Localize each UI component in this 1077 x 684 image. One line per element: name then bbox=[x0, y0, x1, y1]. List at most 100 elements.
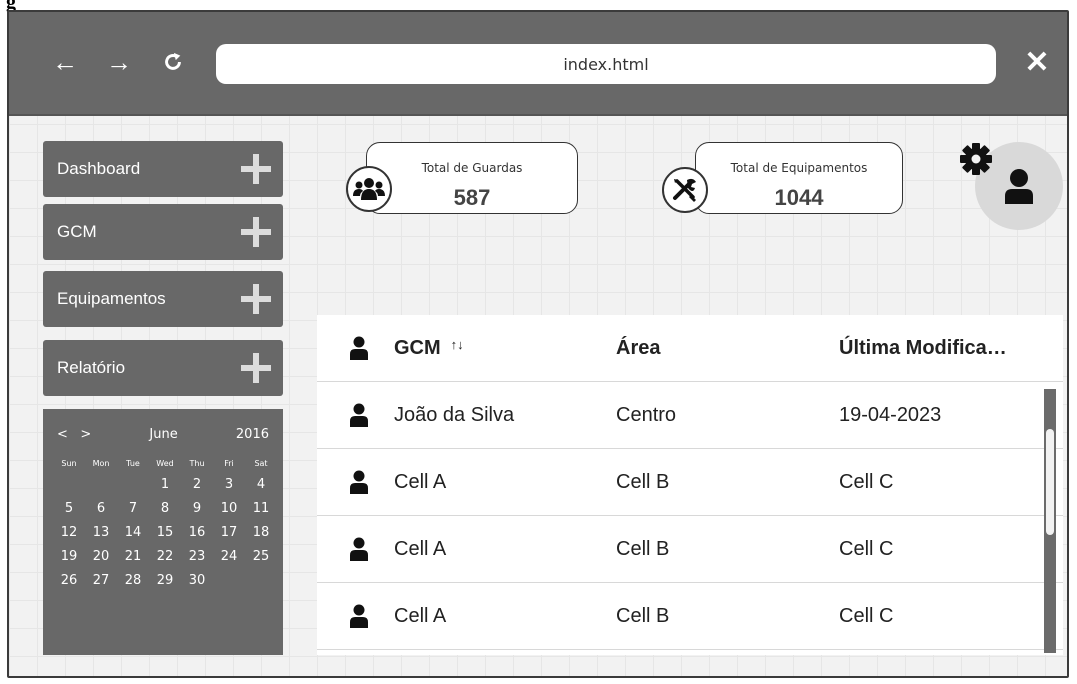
column-header-area[interactable]: Área bbox=[616, 337, 660, 360]
table-header-row: GCM ↑↓ Área Última Modifica… bbox=[317, 315, 1063, 382]
calendar-day[interactable]: 22 bbox=[149, 545, 181, 569]
browser-window: ← → index.html ✕ Dashboard GCM Equipamen… bbox=[7, 10, 1069, 678]
calendar-day[interactable]: 13 bbox=[85, 521, 117, 545]
calendar-day[interactable]: 26 bbox=[53, 569, 85, 593]
stat-label: Total de Guardas bbox=[421, 161, 523, 175]
calendar-day[interactable]: 7 bbox=[117, 497, 149, 521]
calendar-day[interactable]: 8 bbox=[149, 497, 181, 521]
table-row[interactable]: Cell A Cell B Cell C bbox=[317, 516, 1063, 583]
calendar-weekday: Sun bbox=[61, 459, 77, 468]
calendar-day[interactable]: 2 bbox=[181, 473, 213, 497]
calendar-weekday: Fri bbox=[224, 459, 234, 468]
cell-area: Cell B bbox=[616, 605, 670, 627]
calendar-day[interactable]: 17 bbox=[213, 521, 245, 545]
browser-titlebar: ← → index.html ✕ bbox=[9, 12, 1067, 116]
cell-gcm: Cell A bbox=[394, 538, 447, 560]
plus-icon bbox=[241, 217, 271, 247]
sidebar-item-gcm[interactable]: GCM bbox=[43, 204, 283, 260]
sidebar-item-relatorio[interactable]: Relatório bbox=[43, 340, 283, 396]
address-bar[interactable]: index.html bbox=[216, 44, 996, 84]
calendar-year: 2016 bbox=[235, 427, 269, 442]
calendar-day[interactable]: 28 bbox=[117, 569, 149, 593]
scrollbar-thumb[interactable] bbox=[1046, 429, 1054, 535]
calendar-day[interactable]: 3 bbox=[213, 473, 245, 497]
table-row[interactable]: João da Silva Centro 19-04-2023 bbox=[317, 382, 1063, 449]
calendar-weekday: Mon bbox=[92, 459, 110, 468]
calendar-day[interactable]: 11 bbox=[245, 497, 277, 521]
calendar-day[interactable]: 18 bbox=[245, 521, 277, 545]
table-row[interactable]: Cell A Cell B Cell C bbox=[317, 583, 1063, 650]
cell-modified: Cell C bbox=[839, 471, 894, 493]
cell-area: Cell B bbox=[616, 538, 670, 560]
user-icon bbox=[350, 537, 368, 561]
calendar-day[interactable]: 9 bbox=[181, 497, 213, 521]
calendar-day[interactable]: 27 bbox=[85, 569, 117, 593]
sidebar-item-equipamentos[interactable]: Equipamentos bbox=[43, 271, 283, 327]
back-button[interactable]: ← bbox=[50, 45, 80, 79]
calendar-next-button[interactable]: > bbox=[80, 427, 91, 442]
reload-button[interactable] bbox=[158, 45, 188, 79]
stat-value: 1044 bbox=[774, 185, 824, 210]
calendar-day[interactable]: 10 bbox=[213, 497, 245, 521]
calendar-day[interactable]: 15 bbox=[149, 521, 181, 545]
calendar-prev-button[interactable]: < bbox=[57, 427, 68, 442]
column-header-modified[interactable]: Última Modifica… bbox=[839, 337, 1007, 360]
user-icon bbox=[1005, 169, 1033, 204]
cell-modified: Cell C bbox=[839, 605, 894, 627]
plus-icon bbox=[241, 154, 271, 184]
calendar-weekday: Wed bbox=[156, 459, 174, 468]
cell-gcm: Cell A bbox=[394, 471, 447, 493]
calendar-empty-cell bbox=[85, 473, 117, 497]
plus-icon bbox=[241, 284, 271, 314]
sidebar-item-label: GCM bbox=[57, 222, 97, 241]
table-row[interactable]: Cell A Cell B Cell C bbox=[317, 449, 1063, 516]
calendar-day[interactable]: 24 bbox=[213, 545, 245, 569]
calendar-weekday: Thu bbox=[189, 459, 205, 468]
close-button[interactable]: ✕ bbox=[1022, 46, 1052, 80]
calendar-header: < > June 2016 bbox=[57, 427, 269, 443]
stat-label: Total de Equipamentos bbox=[730, 161, 868, 175]
calendar-day[interactable]: 14 bbox=[117, 521, 149, 545]
reload-icon bbox=[165, 52, 181, 70]
sidebar-item-label: Relatório bbox=[57, 358, 126, 377]
calendar-month: June bbox=[149, 427, 178, 442]
calendar-day[interactable]: 20 bbox=[85, 545, 117, 569]
user-icon bbox=[350, 336, 368, 360]
calendar-day[interactable]: 4 bbox=[245, 473, 277, 497]
gcm-table: GCM ↑↓ Área Última Modifica… João da Silv… bbox=[317, 315, 1063, 655]
calendar-day[interactable]: 5 bbox=[53, 497, 85, 521]
gear-icon[interactable] bbox=[959, 142, 993, 176]
cell-gcm: João da Silva bbox=[394, 404, 515, 426]
users-icon bbox=[346, 166, 392, 212]
plus-icon bbox=[241, 353, 271, 383]
forward-button[interactable]: → bbox=[104, 45, 134, 79]
stat-card-equipment: Total de Equipamentos 1044 bbox=[695, 142, 903, 214]
sort-icon[interactable]: ↑↓ bbox=[451, 337, 464, 352]
column-header-gcm[interactable]: GCM ↑↓ bbox=[394, 337, 464, 360]
calendar-empty-cell bbox=[117, 473, 149, 497]
tools-icon bbox=[662, 167, 708, 213]
calendar-day[interactable]: 21 bbox=[117, 545, 149, 569]
calendar-day[interactable]: 29 bbox=[149, 569, 181, 593]
cell-gcm: Cell A bbox=[394, 605, 447, 627]
calendar-day[interactable]: 16 bbox=[181, 521, 213, 545]
calendar-day[interactable]: 1 bbox=[149, 473, 181, 497]
calendar-day[interactable]: 23 bbox=[181, 545, 213, 569]
calendar-day[interactable]: 12 bbox=[53, 521, 85, 545]
cell-area: Centro bbox=[616, 404, 677, 426]
stat-card-guards: Total de Guardas 587 bbox=[366, 142, 578, 214]
cell-modified: 19-04-2023 bbox=[839, 404, 942, 426]
calendar-day[interactable]: 25 bbox=[245, 545, 277, 569]
user-icon bbox=[350, 403, 368, 427]
table-scrollbar[interactable] bbox=[1044, 389, 1056, 653]
calendar-day[interactable]: 6 bbox=[85, 497, 117, 521]
sidebar-item-dashboard[interactable]: Dashboard bbox=[43, 141, 283, 197]
calendar-grid: Sun Mon Tue Wed Thu Fri Sat 1 2 3 4 5 6 7 8 9 10 11 12 13 14… bbox=[53, 459, 277, 593]
calendar-day[interactable]: 30 bbox=[181, 569, 213, 593]
cell-modified: Cell C bbox=[839, 538, 894, 560]
user-icon bbox=[350, 604, 368, 628]
sidebar-item-label: Dashboard bbox=[57, 159, 141, 178]
stat-value: 587 bbox=[453, 185, 491, 210]
calendar-day[interactable]: 19 bbox=[53, 545, 85, 569]
calendar-empty-cell bbox=[53, 473, 85, 497]
